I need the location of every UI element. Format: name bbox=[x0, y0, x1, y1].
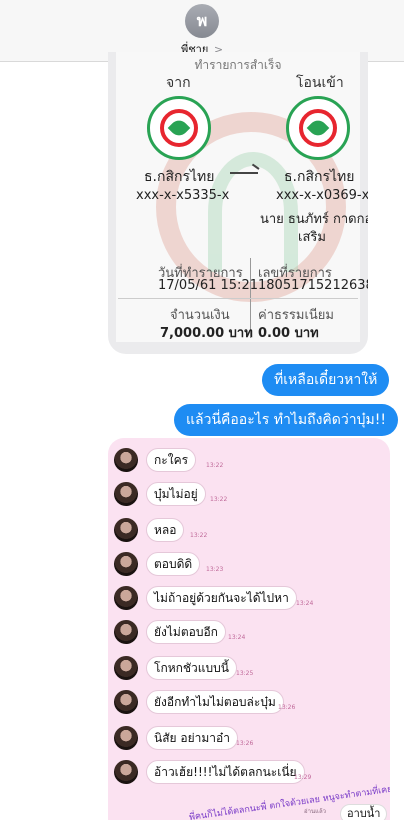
kbank-logo-icon bbox=[147, 96, 211, 160]
transfer-receipt-image[interactable]: ทำรายการสำเร็จ จาก โอนเข้า ธ.กสิกรไทย ธ.… bbox=[108, 52, 368, 354]
avatar bbox=[114, 726, 138, 750]
message-time: 13:26 bbox=[278, 704, 296, 711]
avatar bbox=[114, 690, 138, 714]
amount-value: 7,000.00 บาท bbox=[160, 326, 253, 341]
from-bank: ธ.กสิกรไทย bbox=[144, 169, 215, 185]
chat-bubble: ไม่ถ้าอยู่ด้วยกันจะได้ไปหา bbox=[146, 586, 297, 610]
from-label: จาก bbox=[166, 75, 191, 91]
outgoing-message[interactable]: แล้วนี่คืออะไร ทำไมถึงคิดว่าบุ๋ม!! bbox=[174, 404, 398, 436]
from-account: xxx-x-x5335-x bbox=[136, 188, 230, 203]
chat-bubble: หลอ bbox=[146, 518, 185, 542]
to-account: xxx-x-x0369-x bbox=[276, 188, 368, 203]
contact-avatar[interactable]: พ bbox=[185, 4, 219, 38]
chat-bubble: อ้าวเฮ้ย!!!!ไม่ได้ตลกนะเนี่ย bbox=[146, 760, 305, 784]
fee-value: 0.00 บาท bbox=[258, 326, 319, 341]
avatar bbox=[114, 620, 138, 644]
message-time: 13:26 bbox=[236, 740, 254, 747]
chat-bubble: บุ๋มไม่อยู่ bbox=[146, 482, 206, 506]
date-value: 17/05/61 15:21 bbox=[158, 278, 258, 293]
avatar bbox=[114, 760, 138, 784]
avatar bbox=[114, 448, 138, 472]
chat-bubble: ยังอีกทำไมไม่ตอบล่ะบุ๋ม bbox=[146, 690, 284, 714]
avatar bbox=[114, 552, 138, 576]
message-time: 13:22 bbox=[206, 462, 224, 469]
message-time: 13:25 bbox=[236, 670, 254, 677]
message-time: 13:23 bbox=[206, 566, 224, 573]
message-time: 13:24 bbox=[228, 634, 246, 641]
outgoing-message[interactable]: ที่เหลือเดี๋ยวหาให้ bbox=[262, 364, 390, 396]
avatar bbox=[114, 656, 138, 680]
read-receipt: อ่านแล้ว bbox=[304, 808, 326, 815]
chat-bubble: นิสัย อย่ามาอ๋า bbox=[146, 726, 238, 750]
receipt-row-divider bbox=[118, 298, 358, 299]
chat-bubble: โกหกชัวแบบนี้ bbox=[146, 656, 237, 680]
avatar bbox=[114, 518, 138, 542]
to-label: โอนเข้า bbox=[296, 75, 344, 91]
recipient-name-line2: เสริม bbox=[298, 230, 326, 245]
message-time: 13:22 bbox=[190, 532, 208, 539]
to-bank: ธ.กสิกรไทย bbox=[284, 169, 355, 185]
message-time: 13:22 bbox=[210, 496, 228, 503]
ref-value: 180517152126380 bbox=[258, 278, 368, 293]
chat-bubble: ตอบดิดิ bbox=[146, 552, 201, 576]
kbank-logo-icon bbox=[286, 96, 350, 160]
avatar bbox=[114, 586, 138, 610]
message-time: 13:24 bbox=[296, 600, 314, 607]
chat-bubble: กะใคร bbox=[146, 448, 197, 472]
chat-bubble: ยังไม่ตอบอีก bbox=[146, 620, 226, 644]
message-time: 13:29 bbox=[294, 774, 312, 781]
line-chat-screenshot[interactable]: กะใคร 13:22 บุ๋มไม่อยู่ 13:22 หลอ 13:22 … bbox=[108, 438, 390, 820]
chat-bubble: อาบน้ำ bbox=[340, 804, 388, 820]
avatar bbox=[114, 482, 138, 506]
arrow-right-icon bbox=[230, 172, 258, 174]
